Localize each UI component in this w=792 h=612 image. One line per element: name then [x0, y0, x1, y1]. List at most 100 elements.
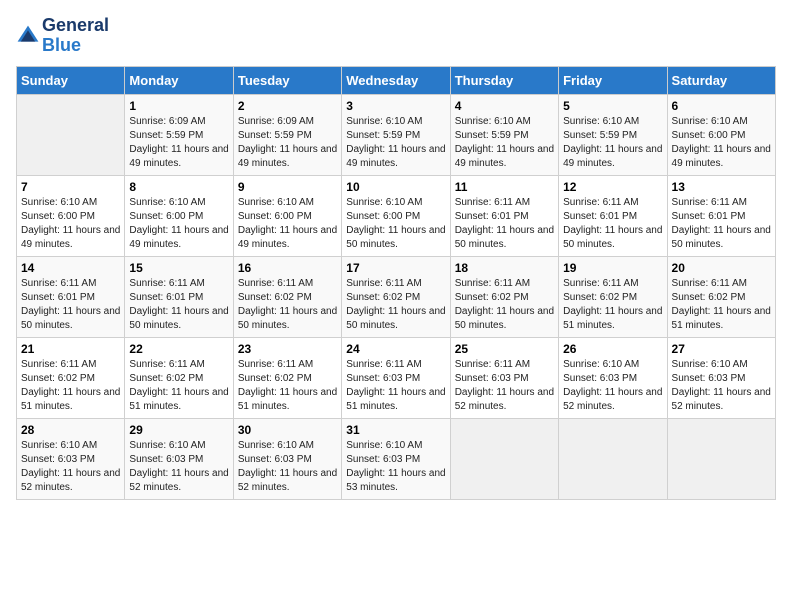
day-info: Sunrise: 6:10 AMSunset: 6:03 PMDaylight:… [346, 439, 445, 495]
calendar-week-row: 1 Sunrise: 6:09 AMSunset: 5:59 PMDaylight… [17, 94, 776, 175]
day-info: Sunrise: 6:10 AMSunset: 6:00 PMDaylight:… [238, 196, 337, 252]
calendar-cell: 23 Sunrise: 6:11 AMSunset: 6:02 PMDayligh… [233, 337, 341, 418]
day-number: 21 [21, 342, 120, 356]
weekday-header-row: SundayMondayTuesdayWednesdayThursdayFrid… [17, 66, 776, 94]
calendar-cell: 17 Sunrise: 6:11 AMSunset: 6:02 PMDayligh… [342, 256, 450, 337]
calendar-cell: 25 Sunrise: 6:11 AMSunset: 6:03 PMDayligh… [450, 337, 558, 418]
weekday-header-tuesday: Tuesday [233, 66, 341, 94]
day-info: Sunrise: 6:10 AMSunset: 5:59 PMDaylight:… [346, 115, 445, 171]
day-info: Sunrise: 6:10 AMSunset: 6:03 PMDaylight:… [563, 358, 662, 414]
day-info: Sunrise: 6:10 AMSunset: 5:59 PMDaylight:… [455, 115, 554, 171]
day-number: 17 [346, 261, 445, 275]
day-info: Sunrise: 6:11 AMSunset: 6:01 PMDaylight:… [563, 196, 662, 252]
calendar-cell: 16 Sunrise: 6:11 AMSunset: 6:02 PMDayligh… [233, 256, 341, 337]
calendar-cell: 26 Sunrise: 6:10 AMSunset: 6:03 PMDayligh… [559, 337, 667, 418]
calendar-week-row: 7Sunrise: 6:10 AMSunset: 6:00 PMDaylight… [17, 175, 776, 256]
day-number: 1 [129, 99, 228, 113]
day-info: Sunrise: 6:11 AMSunset: 6:02 PMDaylight:… [455, 277, 554, 333]
day-info: Sunrise: 6:10 AMSunset: 6:00 PMDaylight:… [21, 196, 120, 252]
day-info: Sunrise: 6:10 AMSunset: 6:03 PMDaylight:… [672, 358, 771, 414]
day-number: 13 [672, 180, 771, 194]
day-number: 20 [672, 261, 771, 275]
generalblue-logo-icon [16, 24, 40, 48]
day-number: 18 [455, 261, 554, 275]
day-info: Sunrise: 6:11 AMSunset: 6:02 PMDaylight:… [238, 277, 337, 333]
calendar-cell: 2Sunrise: 6:09 AMSunset: 5:59 PMDaylight… [233, 94, 341, 175]
day-number: 8 [129, 180, 228, 194]
day-number: 28 [21, 423, 120, 437]
calendar-cell: 19Sunrise: 6:11 AMSunset: 6:02 PMDayligh… [559, 256, 667, 337]
calendar-cell: 24 Sunrise: 6:11 AMSunset: 6:03 PMDayligh… [342, 337, 450, 418]
day-info: Sunrise: 6:11 AMSunset: 6:02 PMDaylight:… [346, 277, 445, 333]
day-number: 2 [238, 99, 337, 113]
day-info: Sunrise: 6:10 AMSunset: 6:00 PMDaylight:… [129, 196, 228, 252]
day-number: 31 [346, 423, 445, 437]
day-number: 14 [21, 261, 120, 275]
calendar-week-row: 21 Sunrise: 6:11 AMSunset: 6:02 PMDayligh… [17, 337, 776, 418]
calendar-cell: 21 Sunrise: 6:11 AMSunset: 6:02 PMDayligh… [17, 337, 125, 418]
weekday-header-friday: Friday [559, 66, 667, 94]
calendar-cell: 18 Sunrise: 6:11 AMSunset: 6:02 PMDayligh… [450, 256, 558, 337]
day-info: Sunrise: 6:11 AMSunset: 6:02 PMDaylight:… [563, 277, 662, 333]
calendar-cell: 3 Sunrise: 6:10 AMSunset: 5:59 PMDaylight… [342, 94, 450, 175]
calendar-cell: 9Sunrise: 6:10 AMSunset: 6:00 PMDaylight… [233, 175, 341, 256]
day-number: 22 [129, 342, 228, 356]
day-number: 5 [563, 99, 662, 113]
calendar-cell: 4Sunrise: 6:10 AMSunset: 5:59 PMDaylight… [450, 94, 558, 175]
day-info: Sunrise: 6:11 AMSunset: 6:02 PMDaylight:… [238, 358, 337, 414]
day-info: Sunrise: 6:10 AMSunset: 6:03 PMDaylight:… [21, 439, 120, 495]
logo-text-general: General [42, 16, 109, 36]
calendar-cell: 6Sunrise: 6:10 AMSunset: 6:00 PMDaylight… [667, 94, 775, 175]
calendar-week-row: 28 Sunrise: 6:10 AMSunset: 6:03 PMDayligh… [17, 418, 776, 499]
calendar-cell: 30Sunrise: 6:10 AMSunset: 6:03 PMDayligh… [233, 418, 341, 499]
calendar-cell [667, 418, 775, 499]
calendar-header: SundayMondayTuesdayWednesdayThursdayFrid… [17, 66, 776, 94]
calendar-cell: 28 Sunrise: 6:10 AMSunset: 6:03 PMDayligh… [17, 418, 125, 499]
day-info: Sunrise: 6:11 AMSunset: 6:02 PMDaylight:… [129, 358, 228, 414]
calendar-cell [559, 418, 667, 499]
calendar-cell: 31 Sunrise: 6:10 AMSunset: 6:03 PMDayligh… [342, 418, 450, 499]
day-number: 23 [238, 342, 337, 356]
day-number: 25 [455, 342, 554, 356]
day-info: Sunrise: 6:10 AMSunset: 6:00 PMDaylight:… [672, 115, 771, 171]
day-info: Sunrise: 6:09 AMSunset: 5:59 PMDaylight:… [129, 115, 228, 171]
day-info: Sunrise: 6:11 AMSunset: 6:01 PMDaylight:… [672, 196, 771, 252]
calendar-cell: 1 Sunrise: 6:09 AMSunset: 5:59 PMDaylight… [125, 94, 233, 175]
calendar-cell: 20 Sunrise: 6:11 AMSunset: 6:02 PMDayligh… [667, 256, 775, 337]
day-number: 12 [563, 180, 662, 194]
day-number: 24 [346, 342, 445, 356]
day-info: Sunrise: 6:10 AMSunset: 5:59 PMDaylight:… [563, 115, 662, 171]
calendar-table: SundayMondayTuesdayWednesdayThursdayFrid… [16, 66, 776, 500]
logo: General Blue [16, 16, 776, 56]
day-info: Sunrise: 6:11 AMSunset: 6:01 PMDaylight:… [129, 277, 228, 333]
day-info: Sunrise: 6:10 AMSunset: 6:03 PMDaylight:… [238, 439, 337, 495]
day-number: 10 [346, 180, 445, 194]
day-number: 16 [238, 261, 337, 275]
day-number: 11 [455, 180, 554, 194]
calendar-cell: 27 Sunrise: 6:10 AMSunset: 6:03 PMDayligh… [667, 337, 775, 418]
calendar-cell: 22 Sunrise: 6:11 AMSunset: 6:02 PMDayligh… [125, 337, 233, 418]
calendar-body: 1 Sunrise: 6:09 AMSunset: 5:59 PMDaylight… [17, 94, 776, 499]
calendar-cell: 15Sunrise: 6:11 AMSunset: 6:01 PMDayligh… [125, 256, 233, 337]
weekday-header-saturday: Saturday [667, 66, 775, 94]
day-number: 3 [346, 99, 445, 113]
calendar-week-row: 14 Sunrise: 6:11 AMSunset: 6:01 PMDayligh… [17, 256, 776, 337]
calendar-cell [17, 94, 125, 175]
day-number: 29 [129, 423, 228, 437]
day-number: 27 [672, 342, 771, 356]
day-info: Sunrise: 6:11 AMSunset: 6:02 PMDaylight:… [21, 358, 120, 414]
calendar-cell: 7Sunrise: 6:10 AMSunset: 6:00 PMDaylight… [17, 175, 125, 256]
calendar-cell: 8 Sunrise: 6:10 AMSunset: 6:00 PMDaylight… [125, 175, 233, 256]
day-info: Sunrise: 6:11 AMSunset: 6:03 PMDaylight:… [455, 358, 554, 414]
weekday-header-sunday: Sunday [17, 66, 125, 94]
calendar-cell: 5 Sunrise: 6:10 AMSunset: 5:59 PMDaylight… [559, 94, 667, 175]
calendar-cell: 10Sunrise: 6:10 AMSunset: 6:00 PMDayligh… [342, 175, 450, 256]
calendar-cell [450, 418, 558, 499]
day-info: Sunrise: 6:11 AMSunset: 6:03 PMDaylight:… [346, 358, 445, 414]
weekday-header-thursday: Thursday [450, 66, 558, 94]
calendar-cell: 29Sunrise: 6:10 AMSunset: 6:03 PMDayligh… [125, 418, 233, 499]
day-info: Sunrise: 6:11 AMSunset: 6:02 PMDaylight:… [672, 277, 771, 333]
weekday-header-wednesday: Wednesday [342, 66, 450, 94]
logo-text-blue: Blue [42, 36, 109, 56]
day-number: 26 [563, 342, 662, 356]
